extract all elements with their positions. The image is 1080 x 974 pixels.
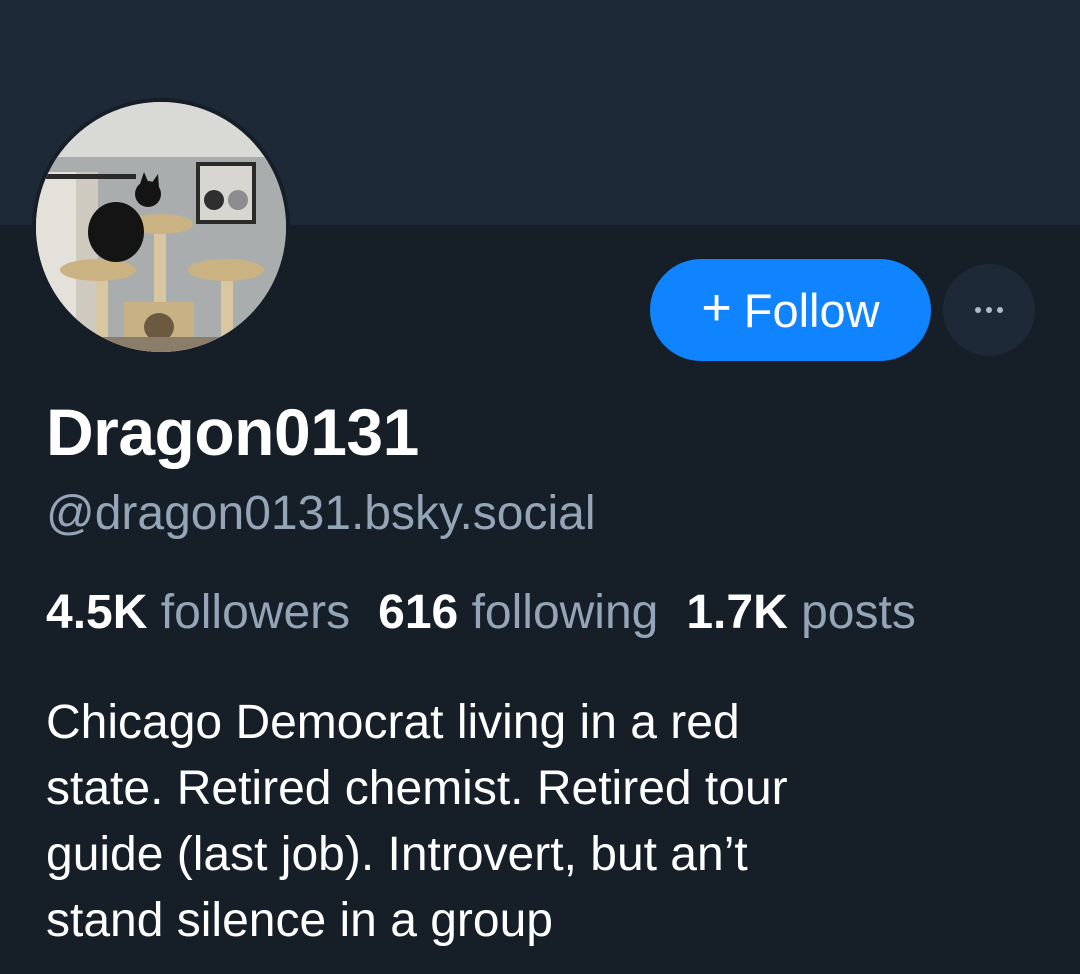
profile-page: + Follow Dragon0131 @dragon0131.bsky.soc… bbox=[0, 0, 1080, 974]
followers-stat[interactable]: 4.5K followers bbox=[46, 585, 350, 640]
display-name: Dragon0131 bbox=[46, 395, 419, 469]
profile-handle: @dragon0131.bsky.social bbox=[46, 487, 596, 540]
following-count: 616 bbox=[378, 586, 459, 639]
avatar-image bbox=[36, 102, 286, 352]
posts-count: 1.7K bbox=[686, 586, 788, 639]
followers-count: 4.5K bbox=[46, 586, 148, 639]
follow-label: Follow bbox=[743, 283, 880, 337]
posts-stat: 1.7K posts bbox=[686, 585, 915, 640]
profile-bio: Chicago Democrat living in a red state. … bbox=[46, 696, 788, 947]
ellipsis-icon bbox=[975, 307, 1003, 313]
following-stat[interactable]: 616 following bbox=[378, 585, 658, 640]
follow-button[interactable]: + Follow bbox=[650, 259, 931, 361]
avatar[interactable] bbox=[32, 98, 290, 356]
plus-icon: + bbox=[701, 279, 732, 337]
following-label: following bbox=[471, 586, 659, 639]
posts-label: posts bbox=[801, 586, 916, 639]
followers-label: followers bbox=[160, 586, 351, 639]
more-options-button[interactable] bbox=[943, 264, 1035, 356]
cat-tree-photo-icon bbox=[36, 102, 286, 352]
profile-stats: 4.5K followers 616 following 1.7K posts bbox=[46, 585, 944, 640]
